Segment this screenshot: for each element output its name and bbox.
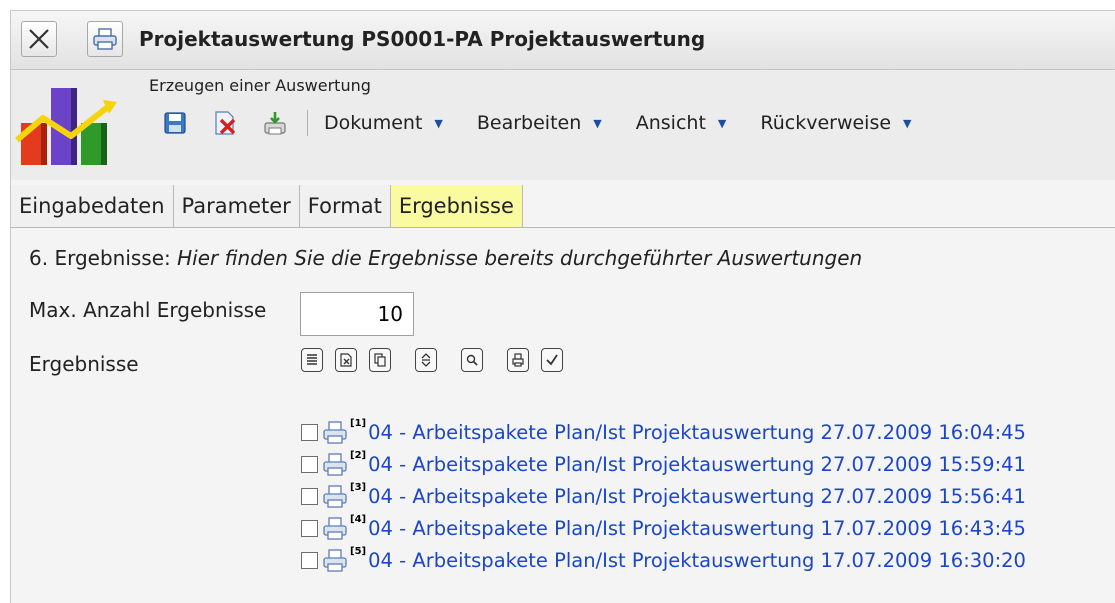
copy-button[interactable] bbox=[369, 348, 391, 372]
heading-description: Hier finden Sie die Ergebnisse bereits d… bbox=[177, 246, 863, 270]
menu-label: Bearbeiten bbox=[476, 112, 582, 134]
menu-ansicht[interactable]: Ansicht ▼ bbox=[636, 112, 727, 134]
menu-dokument[interactable]: Dokument ▼ bbox=[324, 112, 443, 134]
result-checkbox[interactable] bbox=[301, 551, 318, 569]
results-actions bbox=[301, 348, 575, 372]
print-result-button[interactable] bbox=[507, 348, 529, 372]
list-item: [3] 04 - Arbeitspakete Plan/Ist Projekta… bbox=[301, 480, 1026, 512]
delete-icon bbox=[340, 353, 352, 367]
results-list: [1] 04 - Arbeitspakete Plan/Ist Projekta… bbox=[301, 416, 1026, 576]
check-icon bbox=[546, 354, 558, 366]
delete-button[interactable] bbox=[211, 109, 239, 137]
tab-parameter[interactable]: Parameter bbox=[173, 185, 300, 227]
app-frame: Projektauswertung PS0001-PA Projektauswe… bbox=[10, 10, 1115, 603]
delete-result-button[interactable] bbox=[335, 348, 357, 372]
result-link[interactable]: 04 - Arbeitspakete Plan/Ist Projektauswe… bbox=[368, 421, 1026, 444]
list-item: [2] 04 - Arbeitspakete Plan/Ist Projekta… bbox=[301, 448, 1026, 480]
max-results-input[interactable]: 10 bbox=[300, 292, 414, 336]
tab-bar: Eingabedaten Parameter Format Ergebnisse bbox=[11, 185, 1115, 228]
search-icon bbox=[466, 354, 478, 366]
printer-icon[interactable] bbox=[322, 515, 348, 541]
chevron-down-icon: ▼ bbox=[717, 116, 727, 130]
export-button[interactable] bbox=[261, 109, 289, 137]
result-link[interactable]: 04 - Arbeitspakete Plan/Ist Projektauswe… bbox=[368, 517, 1026, 540]
printer-icon[interactable] bbox=[322, 483, 348, 509]
save-icon bbox=[164, 112, 186, 134]
list-icon bbox=[307, 354, 317, 365]
sort-button[interactable] bbox=[415, 348, 437, 372]
tab-eingabedaten[interactable]: Eingabedaten bbox=[11, 185, 174, 227]
printer-icon bbox=[93, 28, 117, 50]
chevron-down-icon: ▼ bbox=[593, 116, 602, 130]
close-icon bbox=[29, 29, 49, 49]
toolbar-separator bbox=[307, 110, 308, 136]
result-index: [5] bbox=[350, 546, 367, 557]
list-button[interactable] bbox=[301, 348, 323, 372]
header: Erzeugen einer Auswertung Dokument ▼ Bea… bbox=[11, 70, 1115, 180]
menu-label: Ansicht bbox=[635, 112, 706, 134]
printer-icon[interactable] bbox=[322, 419, 348, 445]
delete-icon bbox=[215, 111, 236, 135]
close-button[interactable] bbox=[21, 21, 57, 57]
chevron-down-icon: ▼ bbox=[434, 116, 443, 130]
result-index: [4] bbox=[350, 514, 367, 525]
printer-icon[interactable] bbox=[322, 451, 348, 477]
section-heading: 6. Ergebnisse: Hier finden Sie die Ergeb… bbox=[29, 246, 862, 270]
result-checkbox[interactable] bbox=[301, 455, 318, 473]
result-link[interactable]: 04 - Arbeitspakete Plan/Ist Projektauswe… bbox=[368, 549, 1026, 572]
results-label: Ergebnisse bbox=[29, 352, 139, 376]
menu-label: Dokument bbox=[324, 112, 423, 134]
list-item: [4] 04 - Arbeitspakete Plan/Ist Projekta… bbox=[301, 512, 1026, 544]
result-link[interactable]: 04 - Arbeitspakete Plan/Ist Projektauswe… bbox=[368, 453, 1026, 476]
tab-ergebnisse[interactable]: Ergebnisse bbox=[390, 185, 523, 227]
list-item: [1] 04 - Arbeitspakete Plan/Ist Projekta… bbox=[301, 416, 1026, 448]
result-link[interactable]: 04 - Arbeitspakete Plan/Ist Projektauswe… bbox=[368, 485, 1026, 508]
max-results-label: Max. Anzahl Ergebnisse bbox=[29, 298, 267, 322]
search-button[interactable] bbox=[461, 348, 483, 372]
heading-prefix: 6. Ergebnisse: bbox=[29, 246, 171, 270]
save-button[interactable] bbox=[161, 109, 189, 137]
menu-bearbeiten[interactable]: Bearbeiten ▼ bbox=[477, 112, 602, 134]
print-button[interactable] bbox=[87, 21, 123, 57]
export-icon bbox=[264, 112, 286, 135]
chevron-down-icon: ▼ bbox=[903, 116, 912, 130]
sort-icon bbox=[421, 353, 431, 367]
printer-icon[interactable] bbox=[322, 547, 348, 573]
result-index: [3] bbox=[350, 482, 367, 493]
result-checkbox[interactable] bbox=[301, 423, 318, 441]
results-panel: 6. Ergebnisse: Hier finden Sie die Ergeb… bbox=[11, 228, 1115, 603]
copy-icon bbox=[374, 353, 386, 367]
toolbar: Dokument ▼ Bearbeiten ▼ Ansicht ▼ Rückve… bbox=[161, 106, 946, 140]
title-bar: Projektauswertung PS0001-PA Projektauswe… bbox=[11, 11, 1115, 70]
chart-logo-icon bbox=[15, 88, 117, 165]
list-item: [5] 04 - Arbeitspakete Plan/Ist Projekta… bbox=[301, 544, 1026, 576]
tab-format[interactable]: Format bbox=[299, 185, 391, 227]
menu-label: Rückverweise bbox=[760, 112, 892, 134]
result-index: [2] bbox=[350, 450, 367, 461]
page-subtitle: Erzeugen einer Auswertung bbox=[149, 76, 371, 95]
menu-rueckverweise[interactable]: Rückverweise ▼ bbox=[760, 112, 911, 134]
print-icon bbox=[512, 353, 524, 367]
result-checkbox[interactable] bbox=[301, 487, 318, 505]
result-index: [1] bbox=[350, 418, 367, 429]
result-checkbox[interactable] bbox=[301, 519, 318, 537]
window-title: Projektauswertung PS0001-PA Projektauswe… bbox=[139, 27, 706, 51]
check-button[interactable] bbox=[541, 348, 563, 372]
